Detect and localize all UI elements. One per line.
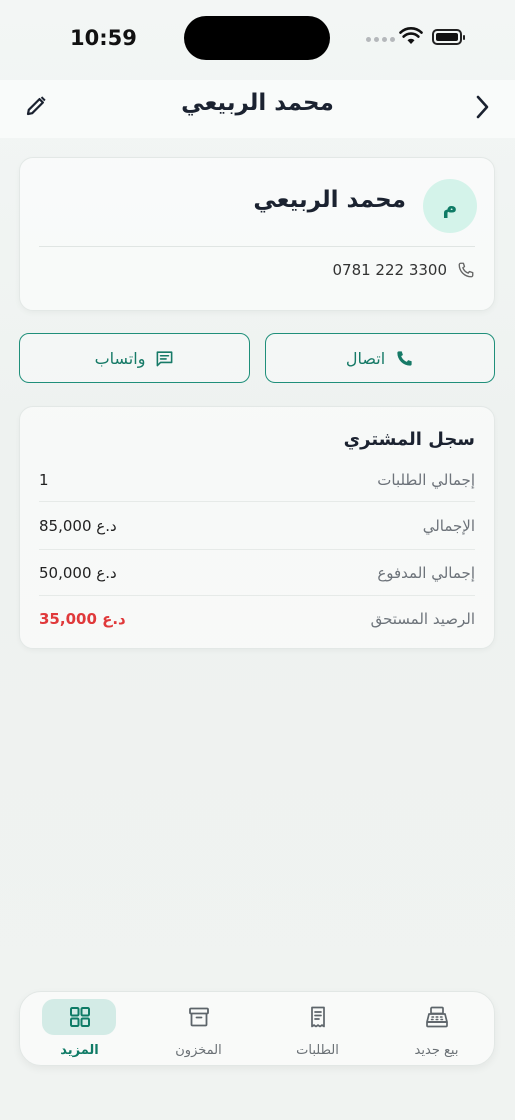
message-icon xyxy=(157,350,173,366)
phone-icon xyxy=(458,262,474,278)
total-label: الإجمالي xyxy=(422,517,475,535)
cellular-signal-icon xyxy=(366,37,395,42)
total-paid-label: إجمالي المدفوع xyxy=(377,564,475,582)
wifi-icon xyxy=(399,27,423,44)
status-time: 10:59 xyxy=(70,26,137,50)
whatsapp-button-label: واتساب xyxy=(94,348,146,368)
customer-profile-card: م محمد الربيعي 0781 222 3300 xyxy=(19,157,495,311)
tab-orders[interactable]: الطلبات xyxy=(258,992,377,1067)
archive-box-icon xyxy=(188,1007,209,1027)
phone-row[interactable]: 0781 222 3300 xyxy=(332,261,475,279)
buyer-history-title: سجل المشتري xyxy=(343,429,475,450)
history-row-total-orders: 1 إجمالي الطلبات xyxy=(39,465,475,495)
receipt-icon xyxy=(310,1006,325,1028)
total-orders-label: إجمالي الطلبات xyxy=(377,471,475,489)
chevron-right-icon[interactable] xyxy=(471,94,495,120)
tab-orders-label: الطلبات xyxy=(296,1043,339,1058)
tab-inventory[interactable]: المخزون xyxy=(139,992,258,1067)
total-value: 85,000 د.ع xyxy=(39,517,117,535)
page-title: محمد الربيعي xyxy=(181,90,334,116)
tab-more-label: المزيد xyxy=(60,1043,99,1058)
customer-name: محمد الربيعي xyxy=(253,187,406,213)
tab-new-sale[interactable]: بيع جديد xyxy=(377,992,496,1067)
balance-due-value: 35,000 د.ع xyxy=(39,610,126,628)
tab-inventory-label: المخزون xyxy=(175,1043,222,1058)
divider xyxy=(39,501,475,502)
buyer-history-card: سجل المشتري 1 إجمالي الطلبات 85,000 د.ع … xyxy=(19,406,495,649)
avatar: م xyxy=(423,179,477,233)
total-orders-value: 1 xyxy=(39,471,49,489)
call-button[interactable]: اتصال xyxy=(265,333,495,383)
divider xyxy=(39,549,475,550)
tab-new-sale-label: بيع جديد xyxy=(414,1043,459,1058)
grid-icon xyxy=(69,1007,90,1027)
dynamic-island xyxy=(184,16,330,60)
phone-icon xyxy=(397,350,412,366)
total-paid-value: 50,000 د.ع xyxy=(39,564,117,582)
divider xyxy=(39,246,475,247)
navigation-bar: محمد الربيعي xyxy=(0,80,515,138)
history-row-total-paid: 50,000 د.ع إجمالي المدفوع xyxy=(39,558,475,588)
history-row-total: 85,000 د.ع الإجمالي xyxy=(39,511,475,541)
phone-number: 0781 222 3300 xyxy=(332,261,447,279)
balance-due-label: الرصيد المستحق xyxy=(370,610,475,628)
bottom-tab-bar: المزيد المخزون الطلبات بيع جديد xyxy=(19,991,495,1066)
history-row-balance-due: 35,000 د.ع الرصيد المستحق xyxy=(39,604,475,634)
whatsapp-button[interactable]: واتساب xyxy=(19,333,250,383)
call-button-label: اتصال xyxy=(345,348,386,368)
tab-more[interactable]: المزيد xyxy=(20,992,139,1067)
cash-register-icon xyxy=(425,1006,448,1028)
status-bar: 10:59 xyxy=(0,0,515,80)
battery-icon xyxy=(432,29,465,45)
divider xyxy=(39,595,475,596)
